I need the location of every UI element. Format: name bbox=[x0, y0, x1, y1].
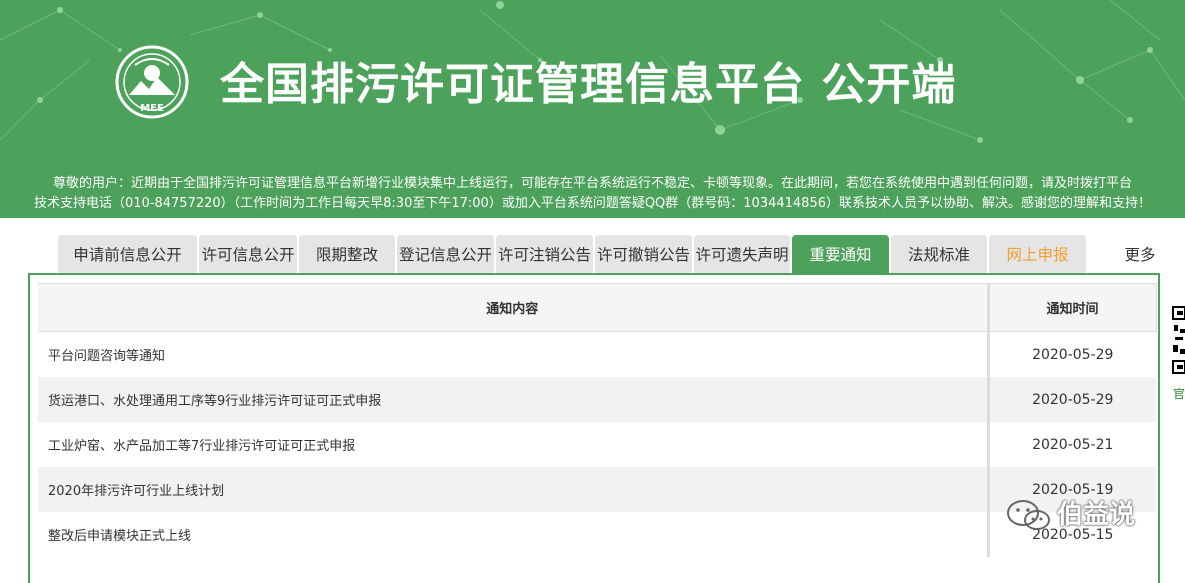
watermark-text: 伯益说 bbox=[1057, 500, 1136, 530]
table-row[interactable]: 货运港口、水处理通用工序等9行业排污许可证可正式申报 2020-05-29 bbox=[38, 377, 1156, 422]
notice-banner: 尊敬的用户：近期由于全国排污许可证管理信息平台新增行业模块集中上线运行，可能存在… bbox=[0, 160, 1185, 218]
tab-permit-info[interactable]: 许可信息公开 bbox=[199, 235, 297, 275]
logo-text: MEE bbox=[140, 103, 164, 114]
mee-logo-icon: MEE bbox=[115, 45, 189, 119]
column-header-time: 通知时间 bbox=[988, 283, 1157, 332]
table-row[interactable]: 工业炉窑、水产品加工等7行业排污许可证可正式申报 2020-05-21 bbox=[38, 422, 1156, 467]
tab-registration-info[interactable]: 登记信息公开 bbox=[397, 235, 494, 275]
wechat-icon bbox=[1007, 500, 1050, 530]
table-row[interactable]: 整改后申请模块正式上线 2020-05-15 bbox=[38, 512, 1156, 557]
notice-date: 2020-05-21 bbox=[988, 422, 1156, 467]
tab-loss-statement[interactable]: 许可遗失声明 bbox=[694, 235, 790, 275]
site-header: MEE 全国排污许可证管理信息平台 公开端 bbox=[0, 0, 1185, 160]
notice-date: 2020-05-29 bbox=[988, 377, 1156, 422]
notice-table: 通知内容 通知时间 平台问题咨询等通知 2020-05-29 货运港口、水处理通… bbox=[38, 283, 1157, 557]
qr-label: 官 bbox=[1173, 387, 1185, 401]
notice-line-2: 技术支持电话（010-84757220）（工作时间为工作日每天早8:30至下午1… bbox=[33, 196, 1151, 211]
notice-title-link[interactable]: 工业炉窑、水产品加工等7行业排污许可证可正式申报 bbox=[38, 422, 990, 467]
column-header-content: 通知内容 bbox=[38, 283, 990, 332]
notice-title-link[interactable]: 2020年排污许可行业上线计划 bbox=[38, 467, 990, 512]
table-row[interactable]: 2020年排污许可行业上线计划 2020-05-19 bbox=[38, 467, 1156, 512]
tab-regulations[interactable]: 法规标准 bbox=[891, 235, 987, 275]
notice-title-link[interactable]: 整改后申请模块正式上线 bbox=[38, 512, 990, 557]
tab-cancellation-notice[interactable]: 许可注销公告 bbox=[496, 235, 593, 275]
tab-bar: 申请前信息公开 许可信息公开 限期整改 登记信息公开 许可注销公告 许可撤销公告… bbox=[0, 235, 1185, 275]
tab-online-filing[interactable]: 网上申报 bbox=[989, 235, 1086, 275]
notice-title-link[interactable]: 平台问题咨询等通知 bbox=[38, 331, 990, 377]
qr-code-icon[interactable] bbox=[1172, 305, 1185, 385]
notice-title-link[interactable]: 货运港口、水处理通用工序等9行业排污许可证可正式申报 bbox=[38, 377, 990, 422]
notice-panel: 通知内容 通知时间 平台问题咨询等通知 2020-05-29 货运港口、水处理通… bbox=[28, 273, 1160, 583]
tab-revocation-notice[interactable]: 许可撤销公告 bbox=[595, 235, 692, 275]
notice-date: 2020-05-29 bbox=[988, 331, 1156, 377]
tab-more[interactable]: 更多 bbox=[1110, 235, 1170, 275]
table-header-row: 通知内容 通知时间 bbox=[38, 283, 1157, 332]
table-row[interactable]: 平台问题咨询等通知 2020-05-29 bbox=[38, 331, 1156, 377]
tab-important-notice[interactable]: 重要通知 bbox=[792, 235, 889, 275]
tab-pre-application[interactable]: 申请前信息公开 bbox=[58, 235, 197, 275]
page-title: 全国排污许可证管理信息平台 公开端 bbox=[220, 59, 957, 110]
notice-line-1: 尊敬的用户：近期由于全国排污许可证管理信息平台新增行业模块集中上线运行，可能存在… bbox=[52, 176, 1132, 191]
tab-rectification[interactable]: 限期整改 bbox=[299, 235, 395, 275]
